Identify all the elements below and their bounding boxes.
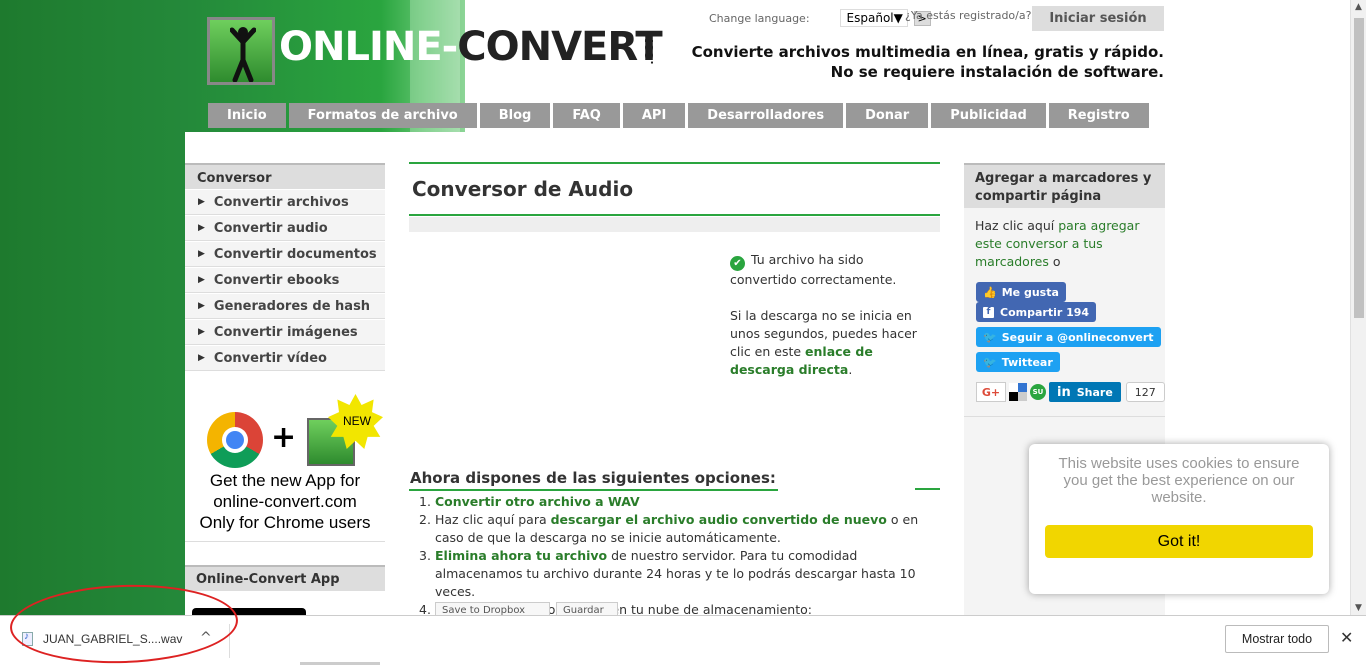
chrome-logo-icon xyxy=(207,412,263,468)
delicious-icon[interactable] xyxy=(1009,383,1027,401)
google-plus-button[interactable]: G+ xyxy=(976,382,1006,402)
stumbleupon-icon[interactable]: SU xyxy=(1030,384,1046,400)
options-list: 1. Convertir otro archivo a WAV 2. Haz cli… xyxy=(419,493,944,619)
triangle-right-icon: ▶ xyxy=(198,223,205,233)
thumbs-up-icon: 👍 xyxy=(983,285,997,299)
list-item: 1. Convertir otro archivo a WAV xyxy=(419,494,640,509)
show-all-button[interactable]: Mostrar todo xyxy=(1225,625,1329,653)
list-item: 3. Elimina ahora tu archivo de nuestro se… xyxy=(419,548,916,599)
twitter-bird-icon: 🐦 xyxy=(983,355,997,369)
social-row-3: 🐦 Seguir a @onlineconvert xyxy=(976,327,1161,347)
main-content: Conversor de Audio xyxy=(409,162,940,232)
sidebar-item-documentos[interactable]: ▶ Convertir documentos xyxy=(185,241,385,267)
sidebar-item-ebooks[interactable]: ▶ Convertir ebooks xyxy=(185,267,385,293)
list-item: 2. Haz clic aquí para descargar el archiv… xyxy=(419,512,919,545)
nav-desarrolladores[interactable]: Desarrolladores xyxy=(688,103,844,128)
nav-faq[interactable]: FAQ xyxy=(553,103,620,128)
check-icon: ✔ xyxy=(730,256,745,271)
dropbox-button[interactable]: Save to Dropbox xyxy=(435,602,550,616)
tagline: Convierte archivos multimedia en línea, … xyxy=(691,43,1164,81)
triangle-right-icon: ▶ xyxy=(198,301,205,311)
logo-text: ONLINE-CONVERT xyxy=(279,24,663,70)
nav-publicidad[interactable]: Publicidad xyxy=(931,103,1046,128)
language-switcher: Change language: Español ▼ > xyxy=(709,9,931,27)
change-language-label: Change language: xyxy=(709,11,810,25)
cloud-buttons: Save to Dropbox Guardar xyxy=(435,602,618,616)
cookie-text: This website uses cookies to ensure you … xyxy=(1058,455,1300,506)
twitter-follow-button[interactable]: 🐦 Seguir a @onlineconvert xyxy=(976,327,1161,347)
download-again-link[interactable]: descargar el archivo audio convertido de… xyxy=(551,512,887,527)
new-badge: NEW xyxy=(343,414,371,428)
social-row-1: 👍 Me gusta xyxy=(976,282,1066,302)
nav-donar[interactable]: Donar xyxy=(846,103,929,128)
triangle-right-icon: ▶ xyxy=(198,327,205,337)
nav-formatos[interactable]: Formatos de archivo xyxy=(288,103,477,128)
logo-man-icon xyxy=(207,17,275,85)
options-underline xyxy=(915,488,940,490)
linkedin-icon: in xyxy=(1057,384,1071,400)
twitter-bird-icon: 🐦 xyxy=(983,330,997,344)
options-title: Ahora dispones de las siguientes opcione… xyxy=(409,469,778,491)
triangle-right-icon: ▶ xyxy=(198,249,205,259)
share-heading: Agregar a marcadores y compartir página xyxy=(964,163,1165,208)
main-nav: Inicio Formatos de archivo Blog FAQ API … xyxy=(208,103,1149,128)
scroll-up-icon[interactable]: ▲ xyxy=(1355,2,1362,12)
app-heading: Online-Convert App xyxy=(185,565,385,591)
drive-button[interactable]: Guardar xyxy=(556,602,618,616)
left-sidebar: Conversor ▶ Convertir archivos ▶ Convertir… xyxy=(185,163,385,371)
social-row-4: 🐦 Twittear xyxy=(976,352,1060,372)
registered-question: ¿Ya estás registrado/a? xyxy=(905,9,1032,22)
language-select[interactable]: Español ▼ xyxy=(839,9,908,27)
cookie-banner: This website uses cookies to ensure you … xyxy=(1029,444,1329,594)
promo-text: Get the new App for online-convert.com O… xyxy=(199,471,371,532)
chrome-app-promo[interactable]: + NEW Get the new App for online-convert… xyxy=(185,392,385,542)
social-row-2: f Compartir 194 xyxy=(976,302,1097,322)
triangle-right-icon: ▶ xyxy=(198,197,205,207)
vertical-scrollbar[interactable]: ▲ ▼ xyxy=(1350,0,1366,615)
dropdown-arrow-icon: ▼ xyxy=(893,11,903,25)
close-icon[interactable]: ✕ xyxy=(1340,628,1353,647)
fb-share-button[interactable]: f Compartir 194 xyxy=(976,302,1097,322)
triangle-right-icon: ▶ xyxy=(198,353,205,363)
triangle-right-icon: ▶ xyxy=(198,275,205,285)
login-button[interactable]: Iniciar sesión xyxy=(1032,6,1164,31)
sidebar-item-imagenes[interactable]: ▶ Convertir imágenes xyxy=(185,319,385,345)
sidebar-item-audio[interactable]: ▶ Convertir audio xyxy=(185,215,385,241)
divider xyxy=(964,416,1165,417)
facebook-icon: f xyxy=(983,306,994,318)
nav-registro[interactable]: Registro xyxy=(1048,103,1149,128)
page-title: Conversor de Audio xyxy=(409,162,940,216)
left-green-background xyxy=(0,0,185,615)
sidebar-heading: Conversor xyxy=(185,163,385,189)
fb-like-button[interactable]: 👍 Me gusta xyxy=(976,282,1066,302)
convert-another-link[interactable]: Convertir otro archivo a WAV xyxy=(435,494,640,509)
share-icons-row: G+ SU in Share 127 xyxy=(976,382,1165,402)
logo-com: .COM xyxy=(643,32,656,65)
success-message: ✔ Tu archivo ha sido convertido correctam… xyxy=(730,252,917,377)
scroll-thumb[interactable] xyxy=(1354,18,1364,318)
nav-api[interactable]: API xyxy=(622,103,686,128)
promo-plus: + xyxy=(271,420,297,455)
site-logo[interactable]: ONLINE-CONVERT xyxy=(207,17,663,85)
sidebar-item-archivos[interactable]: ▶ Convertir archivos xyxy=(185,189,385,215)
scroll-down-icon[interactable]: ▼ xyxy=(1355,603,1362,613)
delete-file-link[interactable]: Elimina ahora tu archivo xyxy=(435,548,607,563)
linkedin-count: 127 xyxy=(1125,382,1165,402)
cookie-accept-button[interactable]: Got it! xyxy=(1045,525,1313,558)
sidebar-item-hash[interactable]: ▶ Generadores de hash xyxy=(185,293,385,319)
nav-inicio[interactable]: Inicio xyxy=(208,103,286,128)
sidebar-item-video[interactable]: ▶ Convertir vídeo xyxy=(185,345,385,371)
title-bar xyxy=(409,217,940,232)
bookmark-text: Haz clic aquí para agregar este converso… xyxy=(975,218,1140,269)
nav-blog[interactable]: Blog xyxy=(479,103,551,128)
linkedin-share-button[interactable]: in Share xyxy=(1049,382,1121,402)
tweet-button[interactable]: 🐦 Twittear xyxy=(976,352,1060,372)
